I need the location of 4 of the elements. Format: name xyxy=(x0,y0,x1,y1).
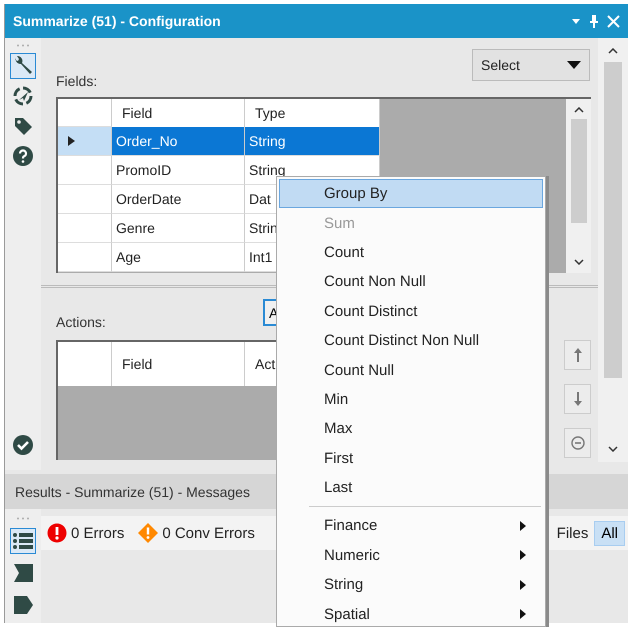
actions-label: Actions: xyxy=(56,314,107,330)
fields-label: Fields: xyxy=(56,73,98,89)
results-title: Results - Summarize (51) - Messages xyxy=(15,484,250,500)
window-title: Summarize (51) - Configuration xyxy=(13,13,221,29)
